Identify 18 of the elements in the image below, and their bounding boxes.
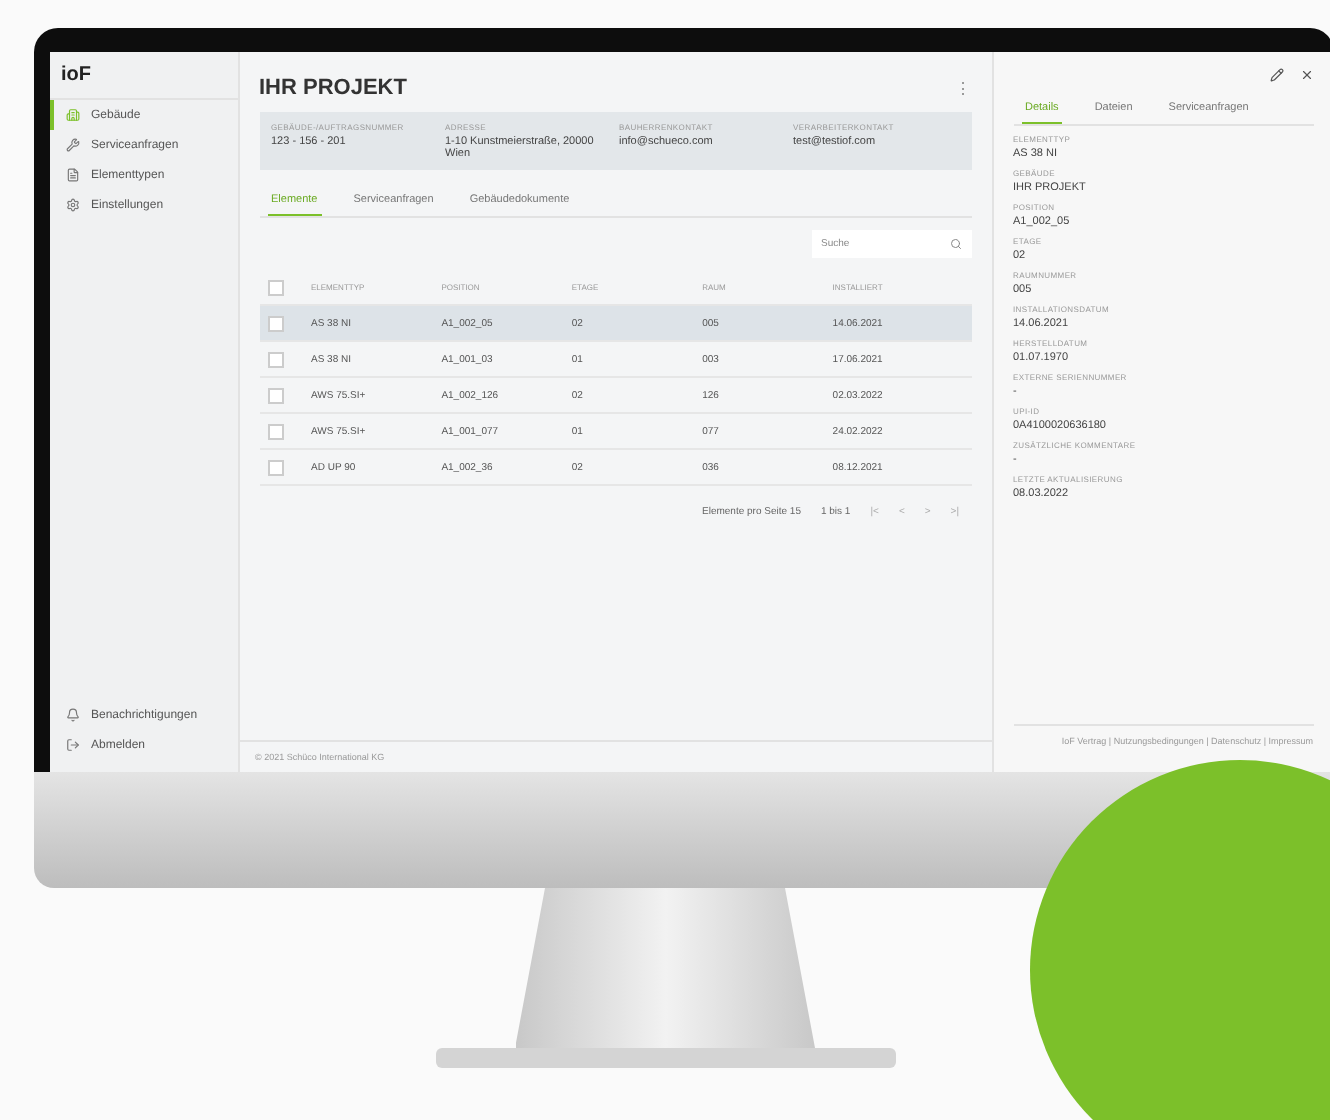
bell-icon <box>65 708 79 722</box>
search-icon <box>949 238 961 250</box>
building-icon <box>65 108 79 122</box>
checkbox[interactable] <box>267 387 283 403</box>
checkbox[interactable] <box>267 351 283 367</box>
checkbox[interactable] <box>267 279 283 295</box>
wrench-icon <box>65 138 79 152</box>
more-menu-button[interactable]: ⋮ <box>955 79 971 97</box>
checkbox[interactable] <box>267 315 283 331</box>
document-icon <box>65 168 79 182</box>
edit-icon[interactable] <box>1269 68 1283 82</box>
app-logo: ioF <box>49 64 237 100</box>
checkbox[interactable] <box>267 459 283 475</box>
checkbox[interactable] <box>267 423 283 439</box>
settings-icon <box>65 198 79 212</box>
page-title: IHR PROJEKT <box>259 76 407 100</box>
close-icon[interactable] <box>1299 68 1313 82</box>
logout-icon <box>65 738 79 752</box>
